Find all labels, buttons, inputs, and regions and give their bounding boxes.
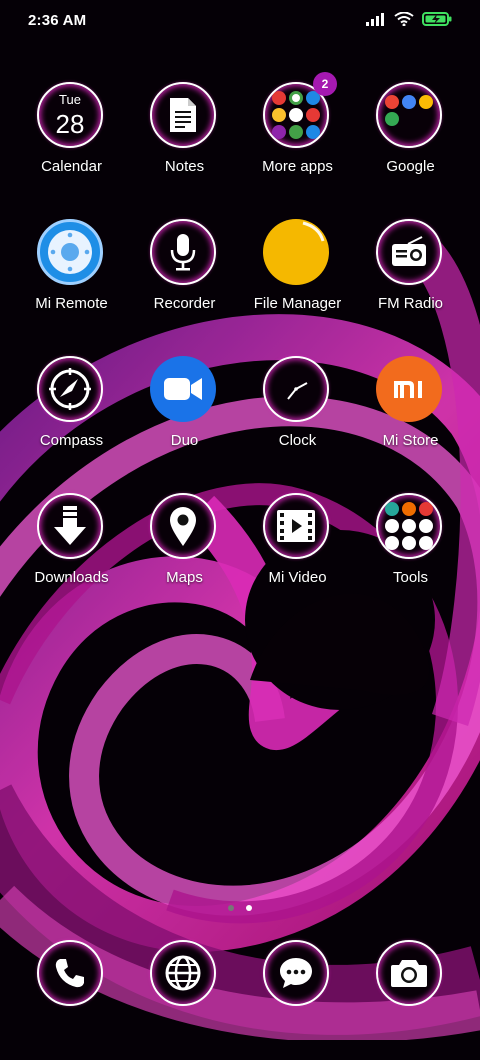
download-icon <box>37 493 103 559</box>
dock-phone[interactable] <box>15 940 128 1060</box>
app-compass[interactable]: Compass <box>15 356 128 476</box>
signal-icon <box>366 12 386 31</box>
app-label: FM Radio <box>377 295 444 312</box>
page-indicator <box>0 898 480 916</box>
video-camera-icon <box>150 356 216 422</box>
app-label: Recorder <box>153 295 216 312</box>
app-label: Tools <box>392 569 429 586</box>
page-dot[interactable] <box>227 905 234 911</box>
status-time: 2:36 AM <box>28 12 87 29</box>
app-label: Duo <box>170 432 199 449</box>
calendar-date: 28 <box>55 109 85 139</box>
folder-icon <box>376 82 442 148</box>
compass-icon <box>37 356 103 422</box>
calendar-icon: Tue 28 <box>37 82 103 148</box>
status-icons <box>366 11 452 31</box>
globe-icon <box>150 940 216 1006</box>
app-label: Mi Store <box>382 432 439 449</box>
dock-browser[interactable] <box>128 940 241 1060</box>
app-label: Compass <box>39 432 104 449</box>
app-fm-radio[interactable]: FM Radio <box>354 219 467 339</box>
microphone-icon <box>150 219 216 285</box>
app-label: Clock <box>278 432 317 449</box>
app-label: File Manager <box>253 295 342 312</box>
app-duo[interactable]: Duo <box>128 356 241 476</box>
app-notes[interactable]: Notes <box>128 82 241 202</box>
camera-icon <box>376 940 442 1006</box>
app-label: Mi Video <box>268 569 327 586</box>
notes-icon <box>150 82 216 148</box>
phone-icon <box>37 940 103 1006</box>
map-pin-icon <box>150 493 216 559</box>
app-label: Maps <box>166 569 203 586</box>
folder-file-icon <box>263 219 329 285</box>
radio-icon <box>376 219 442 285</box>
folder-icon <box>376 493 442 559</box>
app-label: Notes <box>164 158 205 175</box>
app-recorder[interactable]: Recorder <box>128 219 241 339</box>
app-label: Calendar <box>41 158 102 175</box>
app-label: Mi Remote <box>35 295 108 312</box>
clock-icon <box>263 356 329 422</box>
app-label: More apps <box>262 158 333 175</box>
battery-charging-icon <box>422 12 452 31</box>
folder-preview <box>385 502 433 550</box>
app-mi-video[interactable]: Mi Video <box>241 493 354 613</box>
folder-google[interactable]: Google <box>354 82 467 202</box>
notification-badge: 2 <box>313 72 337 96</box>
calendar-day: Tue <box>59 92 81 107</box>
remote-icon <box>37 219 103 285</box>
app-label: Downloads <box>34 569 109 586</box>
folder-preview <box>272 91 320 139</box>
app-calendar[interactable]: Tue 28 Calendar <box>15 82 128 202</box>
app-maps[interactable]: Maps <box>128 493 241 613</box>
status-bar: 2:36 AM <box>0 0 480 44</box>
folder-more-apps[interactable]: 2 More apps <box>241 72 354 202</box>
wifi-icon <box>394 11 414 31</box>
dock-messages[interactable] <box>241 940 354 1060</box>
app-downloads[interactable]: Downloads <box>15 493 128 613</box>
app-label: Google <box>386 158 435 175</box>
dock-camera[interactable] <box>354 940 467 1060</box>
app-mi-store[interactable]: Mi Store <box>354 356 467 476</box>
dock <box>0 940 480 1010</box>
chat-icon <box>263 940 329 1006</box>
mi-logo-icon <box>376 356 442 422</box>
film-icon <box>263 493 329 559</box>
folder-preview <box>385 95 433 135</box>
app-file-manager[interactable]: File Manager <box>241 219 354 339</box>
app-mi-remote[interactable]: Mi Remote <box>15 219 128 339</box>
page-dot-active[interactable] <box>246 905 253 911</box>
folder-tools[interactable]: Tools <box>354 493 467 613</box>
app-clock[interactable]: Clock <box>241 356 354 476</box>
